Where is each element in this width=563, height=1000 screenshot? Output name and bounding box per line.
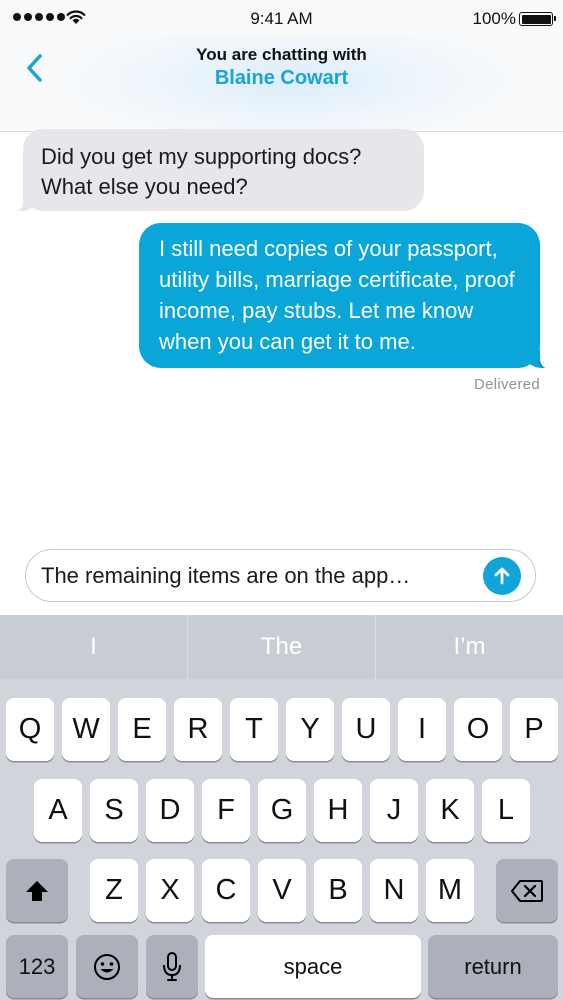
key-f[interactable]: F: [202, 779, 250, 842]
key-c[interactable]: C: [202, 859, 250, 922]
send-arrow-icon: [494, 567, 510, 585]
prediction-2[interactable]: The: [187, 615, 375, 679]
key-y[interactable]: Y: [286, 698, 334, 761]
outgoing-message[interactable]: I still need copies of your passport, ut…: [139, 223, 552, 369]
microphone-icon: [163, 951, 181, 981]
key-k[interactable]: K: [426, 779, 474, 842]
key-g[interactable]: G: [258, 779, 306, 842]
key-m[interactable]: M: [426, 859, 474, 922]
dictation-key[interactable]: [146, 935, 198, 998]
key-w[interactable]: W: [62, 698, 110, 761]
key-a[interactable]: A: [34, 779, 82, 842]
battery-fill: [521, 14, 551, 24]
key-s[interactable]: S: [90, 779, 138, 842]
emoji-key[interactable]: [76, 935, 138, 998]
incoming-message-text: Did you get my supporting docs? What els…: [41, 144, 362, 199]
space-key[interactable]: space: [205, 935, 421, 998]
key-d[interactable]: D: [146, 779, 194, 842]
status-bar: 9:41 AM 100%: [0, 0, 563, 36]
delete-icon: [511, 879, 543, 902]
delivery-status: Delivered: [473, 376, 540, 393]
key-p[interactable]: P: [510, 698, 558, 761]
send-button[interactable]: [483, 557, 521, 595]
key-j[interactable]: J: [370, 779, 418, 842]
key-b[interactable]: B: [314, 859, 362, 922]
key-i[interactable]: I: [398, 698, 446, 761]
key-r[interactable]: R: [174, 698, 222, 761]
chat-header: You are chatting with Blaine Cowart: [0, 36, 563, 132]
key-e[interactable]: E: [118, 698, 166, 761]
shift-key[interactable]: [6, 859, 68, 922]
key-o[interactable]: O: [454, 698, 502, 761]
key-l[interactable]: L: [482, 779, 530, 842]
key-q[interactable]: Q: [6, 698, 54, 761]
key-n[interactable]: N: [370, 859, 418, 922]
keyboard: I The I’m Q W E R T Y U I O P A S D F G …: [0, 615, 563, 1000]
prediction-1[interactable]: I: [0, 615, 187, 679]
predictive-text-bar: I The I’m: [0, 615, 563, 679]
key-h[interactable]: H: [314, 779, 362, 842]
prediction-3[interactable]: I’m: [375, 615, 563, 679]
key-x[interactable]: X: [146, 859, 194, 922]
key-v[interactable]: V: [258, 859, 306, 922]
delete-key[interactable]: [496, 859, 558, 922]
bubble-tail: [536, 356, 548, 368]
battery-icon: [519, 12, 556, 26]
key-z[interactable]: Z: [90, 859, 138, 922]
message-input[interactable]: The remaining items are on the app…: [25, 549, 536, 602]
header-subtitle: You are chatting with: [196, 45, 367, 64]
numbers-key[interactable]: 123: [6, 935, 68, 998]
contact-name[interactable]: Blaine Cowart: [0, 67, 563, 90]
key-t[interactable]: T: [230, 698, 278, 761]
battery-percentage: 100%: [472, 9, 516, 28]
incoming-message[interactable]: Did you get my supporting docs? What els…: [11, 129, 424, 212]
message-input-text: The remaining items are on the app…: [41, 563, 411, 588]
emoji-icon: [94, 953, 120, 980]
key-u[interactable]: U: [342, 698, 390, 761]
outgoing-message-text: I still need copies of your passport, ut…: [159, 236, 515, 354]
shift-icon: [26, 880, 48, 901]
return-key[interactable]: return: [428, 935, 558, 998]
